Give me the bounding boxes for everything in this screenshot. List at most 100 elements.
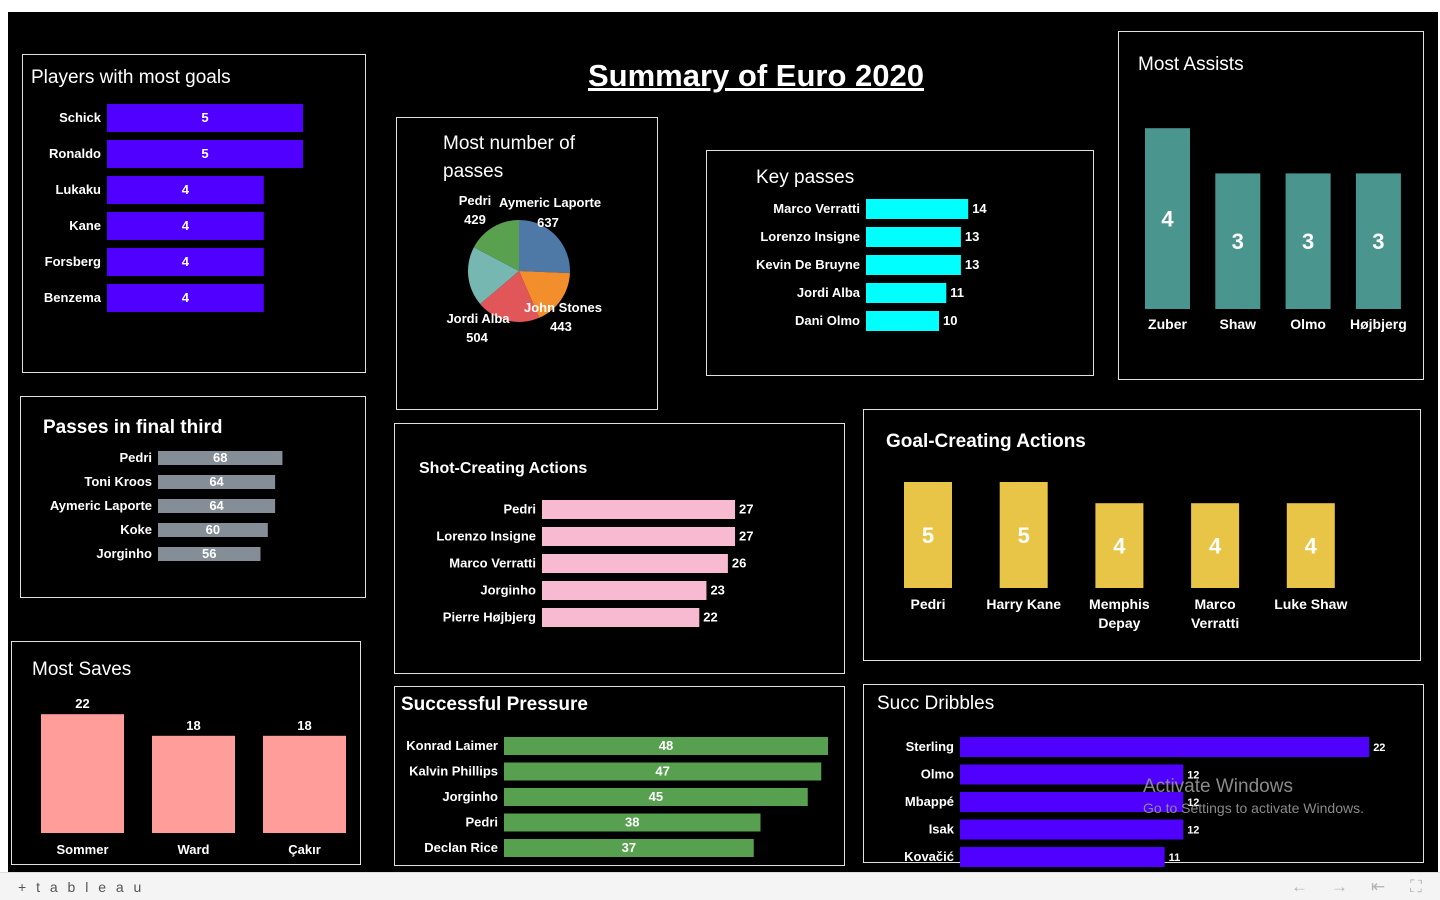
saves-bar [263,735,346,833]
assists-category-label: Højbjerg [1350,316,1407,332]
undo-icon[interactable]: ← [1291,877,1308,897]
goals-category-label: Schick [59,110,102,125]
gca-value-label: 4 [1305,534,1318,559]
assists-value-label: 4 [1161,207,1174,232]
saves-category-label: Sommer [56,842,108,857]
fullscreen-icon[interactable]: ⛶ [1410,877,1422,897]
pressure-category-label: Declan Rice [424,840,498,855]
sca-value-label: 26 [732,556,746,571]
tableau-toolbar: + t a b l e a u ← → ⇤ ⛶ [0,872,1440,900]
pressure-chart: Konrad Laimer 48 Kalvin Phillips 47 Jorginho… [406,737,828,857]
goals-value-label: 4 [182,290,190,305]
saves-value-label: 18 [297,718,311,733]
saves-value-label: 22 [75,696,89,711]
key_passes-category-label: Marco Verratti [773,201,860,216]
key_passes-bar [866,283,947,303]
goals-value-label: 4 [182,218,190,233]
gca-category-label: Pedri [910,596,945,612]
sca-bar [542,527,736,546]
pressure-value-label: 38 [625,815,639,830]
pressure-category-label: Kalvin Phillips [409,764,498,779]
goals-category-label: Benzema [44,290,102,305]
final_third-category-label: Toni Kroos [84,474,152,489]
dribbles-category-label: Isak [929,822,955,837]
gca-category-label: Depay [1098,615,1140,631]
gca-category-label: Marco [1194,596,1235,612]
dribbles-bar [960,847,1165,867]
dashboard-canvas: Summary of Euro 2020 Players with most g… [8,12,1438,872]
saves-category-label: Ward [177,842,209,857]
saves-value-label: 18 [186,718,200,733]
dribbles-bar [960,792,1184,812]
goals-value-label: 5 [201,110,208,125]
passes-chart: Aymeric Laporte 637 John Stones 443 Jordi Al… [446,193,602,345]
dribbles-category-label: Sterling [906,739,954,754]
sca-category-label: Marco Verratti [449,556,536,571]
final_third-value-label: 68 [213,450,227,465]
sca-bar [542,554,728,573]
panel-final-third: Passes in final third Pedri 68 Toni Kroos 6… [20,396,366,598]
saves-category-label: Çakır [288,842,321,857]
dribbles-category-label: Olmo [921,767,954,782]
assists-value-label: 3 [1372,229,1384,254]
key_passes-bar [866,227,961,247]
revert-icon[interactable]: ⇤ [1371,877,1385,897]
sca-value-label: 23 [710,583,724,598]
saves-bar [152,735,235,833]
final_third-category-label: Jorginho [96,546,152,561]
dribbles-value-label: 11 [1169,852,1181,864]
pie-value-label: 443 [550,319,572,334]
gca-chart: 5 Pedri 5 Harry Kane 4 Memphis Depay 4 Marco Verr… [904,482,1347,631]
dribbles-category-label: Mbappé [905,794,954,809]
pressure-value-label: 48 [659,738,673,753]
gca-value-label: 5 [922,523,934,548]
sca-category-label: Pedri [503,502,536,517]
pie-value-label: 637 [537,215,559,230]
key_passes-value-label: 14 [972,201,987,216]
dribbles-chart: Sterling 22 Olmo 12 Mbappé 12 Isak 12 Kovačić 11 [904,737,1385,867]
dribbles-value-label: 12 [1187,825,1199,837]
redo-icon[interactable]: → [1331,877,1348,897]
key_passes-bar [866,199,969,219]
panel-sca: Shot-Creating Actions Pedri 27 Lorenzo Ins… [394,423,845,674]
sca-chart: Pedri 27 Lorenzo Insigne 27 Marco Verratti 26… [436,500,754,627]
pie-label: Pedri [459,193,492,208]
assists-category-label: Zuber [1148,316,1187,332]
pressure-value-label: 47 [655,764,669,779]
gca-category-label: Verratti [1191,615,1239,631]
assists-value-label: 3 [1302,229,1314,254]
key_passes-category-label: Lorenzo Insigne [760,229,860,244]
pie-value-label: 504 [466,330,488,345]
key_passes-category-label: Kevin De Bruyne [756,257,860,272]
pressure-value-label: 45 [649,789,663,804]
assists-chart: 4 Zuber 3 Shaw 3 Olmo 3 Højbjerg [1145,128,1407,332]
final-third-chart: Pedri 68 Toni Kroos 64 Aymeric Laporte 64 Koke… [50,450,283,561]
panel-dribbles: Succ Dribbles Sterling 22 Olmo 12 Mbappé 12 Is… [863,684,1424,867]
pie-label: John Stones [524,300,602,315]
panel-assists: Most Assists 4 Zuber 3 Shaw 3 Olmo 3 Højbjerg [1118,31,1424,380]
final_third-value-label: 64 [209,498,224,513]
pressure-value-label: 37 [622,840,636,855]
sca-category-label: Jorginho [480,583,536,598]
dribbles-value-label: 22 [1373,742,1385,754]
sca-bar [542,581,707,600]
key_passes-value-label: 11 [950,285,964,300]
key_passes-category-label: Jordi Alba [797,285,861,300]
key_passes-value-label: 10 [943,313,957,328]
dribbles-value-label: 12 [1187,797,1199,809]
dribbles-value-label: 12 [1187,770,1199,782]
panel-key-passes: Key passes Marco Verratti 14 Lorenzo Insig… [706,150,1094,376]
panel-passes: Most number of passes Aymeric Laporte 637… [396,117,658,410]
final_third-value-label: 56 [202,546,216,561]
pie-value-label: 429 [464,212,486,227]
goals-category-label: Kane [69,218,101,233]
goals-category-label: Lukaku [55,182,101,197]
sca-bar [542,608,700,627]
dashboard-title: Summary of Euro 2020 [588,58,924,93]
gca-category-label: Memphis [1089,596,1150,612]
final_third-category-label: Koke [120,522,152,537]
final_third-category-label: Aymeric Laporte [50,498,152,513]
sca-value-label: 27 [739,502,753,517]
pie-label: Jordi Alba [446,311,510,326]
sca-value-label: 27 [739,529,753,544]
